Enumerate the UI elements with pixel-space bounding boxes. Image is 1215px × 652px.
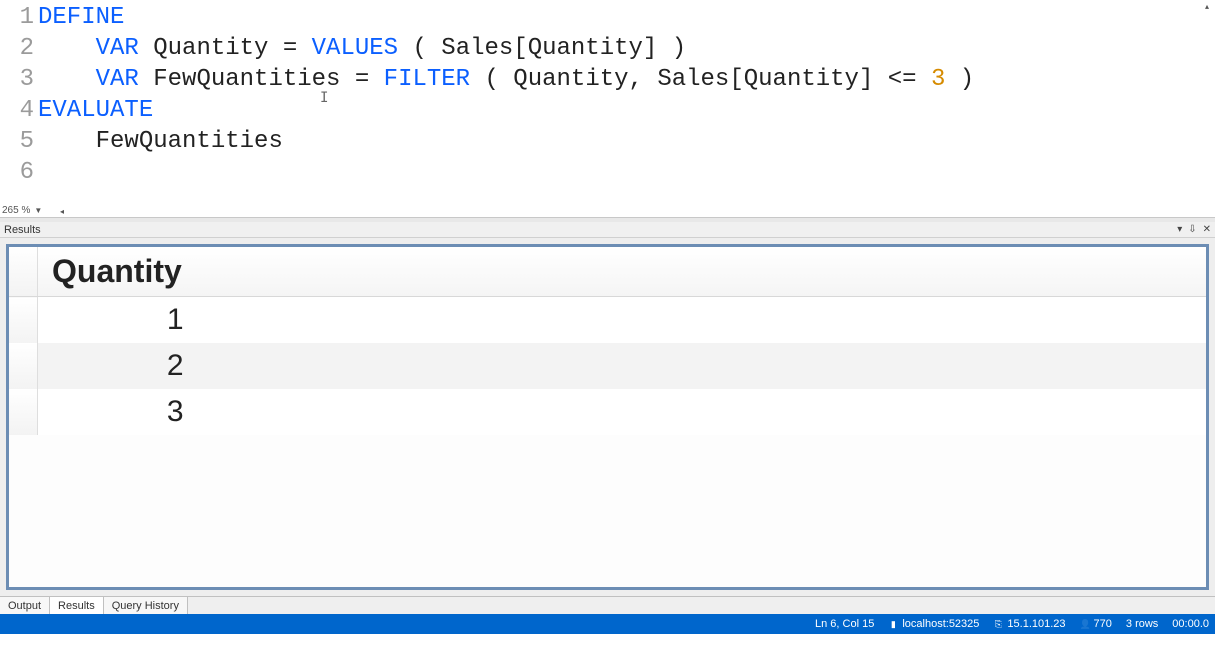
status-cursor-position: Ln 6, Col 15 [815, 618, 874, 630]
results-panel: Results ▾ ⇩ ✕ Quantity 123 OutputResults… [0, 222, 1215, 614]
code-line[interactable]: VAR Quantity = VALUES ( Sales[Quantity] … [38, 33, 974, 64]
status-rowcount: 3 rows [1126, 618, 1158, 630]
status-elapsed: 00:00.0 [1172, 618, 1209, 630]
results-grid-frame: Quantity 123 [6, 244, 1209, 590]
code-line[interactable]: FewQuantities [38, 126, 974, 157]
row-header [9, 297, 38, 344]
cell-filler [198, 297, 1207, 344]
line-number: 2 [20, 33, 34, 64]
panel-menu-icon[interactable]: ▾ [1177, 224, 1182, 235]
editor-vertical-scrollbar[interactable]: ▴ [1203, 0, 1215, 203]
bottom-tabstrip: OutputResultsQuery History [0, 596, 1215, 614]
user-icon: 👤 [1080, 619, 1090, 629]
status-user: 👤 770 [1080, 618, 1112, 630]
editor-horizontal-scrollbar[interactable]: ◂ [60, 205, 1213, 217]
line-number: 6 [20, 157, 34, 188]
chevron-down-icon: ▼ [34, 206, 42, 215]
close-icon[interactable]: ✕ [1203, 224, 1211, 235]
tab-output[interactable]: Output [0, 597, 50, 614]
line-number-gutter: 123456 [0, 2, 38, 188]
code-text-area[interactable]: DEFINE VAR Quantity = VALUES ( Sales[Qua… [38, 2, 974, 188]
status-bar: Ln 6, Col 15 ▮ localhost:52325 ⎘ 15.1.10… [0, 614, 1215, 634]
line-number: 5 [20, 126, 34, 157]
results-panel-title: Results [4, 224, 41, 236]
code-editor-pane[interactable]: 123456 DEFINE VAR Quantity = VALUES ( Sa… [0, 0, 1215, 218]
line-number: 1 [20, 2, 34, 33]
scroll-up-icon: ▴ [1205, 2, 1213, 10]
line-number: 3 [20, 64, 34, 95]
table-row[interactable]: 1 [9, 297, 1206, 344]
tab-query-history[interactable]: Query History [104, 597, 188, 614]
cell-quantity[interactable]: 2 [38, 343, 198, 389]
scroll-left-icon: ◂ [60, 207, 68, 215]
row-header-corner [9, 247, 38, 297]
row-header [9, 389, 38, 435]
server-icon: ▮ [888, 619, 898, 629]
results-table[interactable]: Quantity 123 [9, 247, 1206, 435]
status-version: ⎘ 15.1.101.23 [993, 618, 1065, 630]
column-header-quantity[interactable]: Quantity [38, 247, 198, 297]
table-row[interactable]: 3 [9, 389, 1206, 435]
code-line[interactable]: EVALUATE [38, 95, 974, 126]
column-header-filler [198, 247, 1207, 297]
cell-filler [198, 389, 1207, 435]
zoom-level-selector[interactable]: 265 % ▼ [2, 205, 42, 216]
zoom-value: 265 % [2, 205, 30, 216]
table-row[interactable]: 2 [9, 343, 1206, 389]
status-server: ▮ localhost:52325 [888, 618, 979, 630]
pin-icon[interactable]: ⇩ [1188, 224, 1196, 235]
row-header [9, 343, 38, 389]
cell-quantity[interactable]: 1 [38, 297, 198, 344]
results-panel-header: Results ▾ ⇩ ✕ [0, 222, 1215, 238]
code-line[interactable]: DEFINE [38, 2, 974, 33]
version-icon: ⎘ [993, 619, 1003, 629]
line-number: 4 [20, 95, 34, 126]
tab-results[interactable]: Results [50, 597, 104, 614]
cell-filler [198, 343, 1207, 389]
code-line[interactable]: VAR FewQuantities = FILTER ( Quantity, S… [38, 64, 974, 95]
cell-quantity[interactable]: 3 [38, 389, 198, 435]
